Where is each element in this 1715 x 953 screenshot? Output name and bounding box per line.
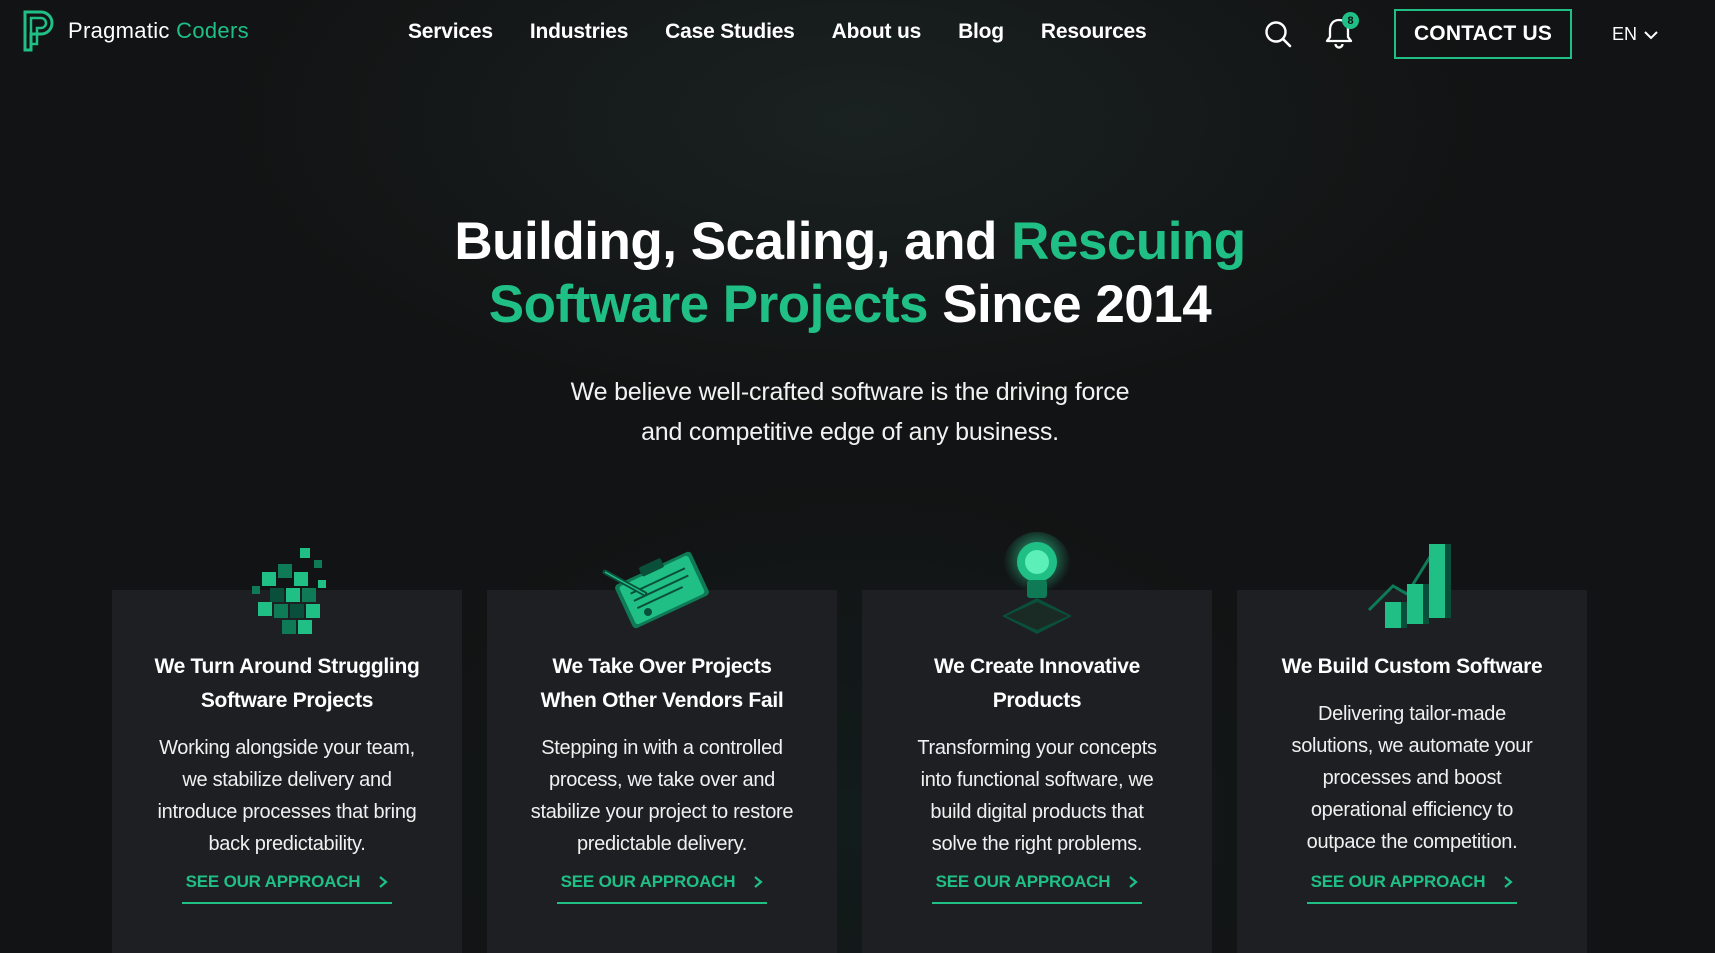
card-title-line2: When Other Vendors Fail [540,689,784,712]
card-desc-line: into functional software, we [920,769,1154,791]
card-desc-line: predictable delivery. [576,833,748,855]
card-title-line1: We Build Custom Software [1281,655,1543,678]
card-desc-line: build digital products that [930,801,1144,823]
card-desc-line: solutions, we automate your [1291,735,1533,757]
chevron-down-icon [1644,30,1658,39]
approach-label: SEE OUR APPROACH [935,872,1111,891]
hero-title-part2: Since 2014 [942,275,1212,334]
logo-link[interactable]: Pragmatic Coders [22,10,249,52]
service-card-turnaround: We Turn Around Struggling Software Proje… [112,548,462,953]
nav-item-about-us[interactable]: About us [832,20,922,44]
main-menu: Services Industries Case Studies About u… [408,20,1147,44]
language-label: EN [1612,24,1638,44]
card-desc-line: processes and boost [1322,767,1502,789]
card-title-line1: We Turn Around Struggling [154,655,420,678]
nav-item-blog[interactable]: Blog [958,20,1004,44]
cube-blocks-icon [252,548,326,634]
hero-title-highlight1: Rescuing [1011,212,1246,271]
chevron-right-icon [379,876,389,888]
card-description: Delivering tailor-made solutions, we aut… [1265,698,1559,858]
card-desc-line: solve the right problems. [931,833,1143,855]
see-our-approach-link[interactable]: SEE OUR APPROACH [1307,872,1517,904]
card-title: We Take Over Projects When Other Vendors… [507,650,817,718]
hero-title-part1: Building, Scaling, and [454,212,997,271]
card-description: Working alongside your team, we stabiliz… [140,732,434,860]
clipboard-pen-icon [602,551,709,629]
search-button[interactable] [1263,19,1293,49]
contact-us-button[interactable]: CONTACT US [1394,9,1572,59]
notification-badge: 8 [1342,12,1359,29]
card-desc-line: stabilize your project to restore [530,801,794,823]
lightbulb-icon [1002,532,1072,634]
card-desc-line: we stabilize delivery and [182,769,392,791]
nav-item-industries[interactable]: Industries [530,20,629,44]
hero-subtitle: We believe well-crafted software is the … [0,372,1700,452]
logo-text-accent: Coders [176,18,249,43]
card-description: Transforming your concepts into function… [890,732,1184,860]
service-card-takeover: We Take Over Projects When Other Vendors… [487,551,837,953]
card-desc-line: Transforming your concepts [917,737,1157,759]
hero-title: Building, Scaling, and Rescuing Software… [0,210,1700,336]
see-our-approach-link[interactable]: SEE OUR APPROACH [557,872,767,904]
see-our-approach-link[interactable]: SEE OUR APPROACH [932,872,1142,904]
hero-subtitle-line1: We believe well-crafted software is the … [570,378,1130,406]
card-desc-line: outpace the competition. [1306,831,1518,853]
logo-text-main: Pragmatic [68,18,170,43]
approach-label: SEE OUR APPROACH [560,872,736,891]
chevron-right-icon [1129,876,1139,888]
growth-chart-icon [1367,544,1451,628]
card-desc-line: process, we take over and [549,769,775,791]
card-desc-line: Stepping in with a controlled [541,737,783,759]
top-navigation: Pragmatic Coders Services Industries Cas… [0,0,1715,72]
approach-label: SEE OUR APPROACH [185,872,361,891]
card-title-line2: Products [992,689,1082,712]
card-title-line2: Software Projects [200,689,374,712]
card-title-line1: We Create Innovative [933,655,1141,678]
card-title: We Turn Around Struggling Software Proje… [132,650,442,718]
card-desc-line: back predictability. [208,833,366,855]
card-desc-line: Delivering tailor-made [1318,703,1506,725]
service-card-custom-software: We Build Custom Software Delivering tail… [1237,544,1587,953]
approach-label: SEE OUR APPROACH [1310,872,1486,891]
card-desc-line: operational efficiency to [1310,799,1514,821]
nav-item-case-studies[interactable]: Case Studies [665,20,795,44]
card-title: We Build Custom Software [1257,650,1567,684]
notifications-button[interactable]: 8 [1323,12,1359,52]
card-title: We Create Innovative Products [882,650,1192,718]
hero-title-highlight2: Software Projects [488,275,929,334]
card-title-line1: We Take Over Projects [552,655,772,678]
see-our-approach-link[interactable]: SEE OUR APPROACH [182,872,392,904]
logo-mark-icon [23,10,54,52]
nav-item-services[interactable]: Services [408,20,493,44]
logo-text: Pragmatic Coders [68,18,249,44]
service-card-innovative: We Create Innovative Products Transformi… [862,532,1212,953]
language-selector[interactable]: EN [1612,24,1659,45]
nav-item-resources[interactable]: Resources [1041,20,1147,44]
search-icon [1265,21,1292,48]
card-desc-line: introduce processes that bring [157,801,417,823]
hero-subtitle-line2: and competitive edge of any business. [641,418,1059,446]
card-description: Stepping in with a controlled process, w… [515,732,809,860]
card-desc-line: Working alongside your team, [159,737,415,759]
chevron-right-icon [754,876,764,888]
chevron-right-icon [1504,876,1514,888]
